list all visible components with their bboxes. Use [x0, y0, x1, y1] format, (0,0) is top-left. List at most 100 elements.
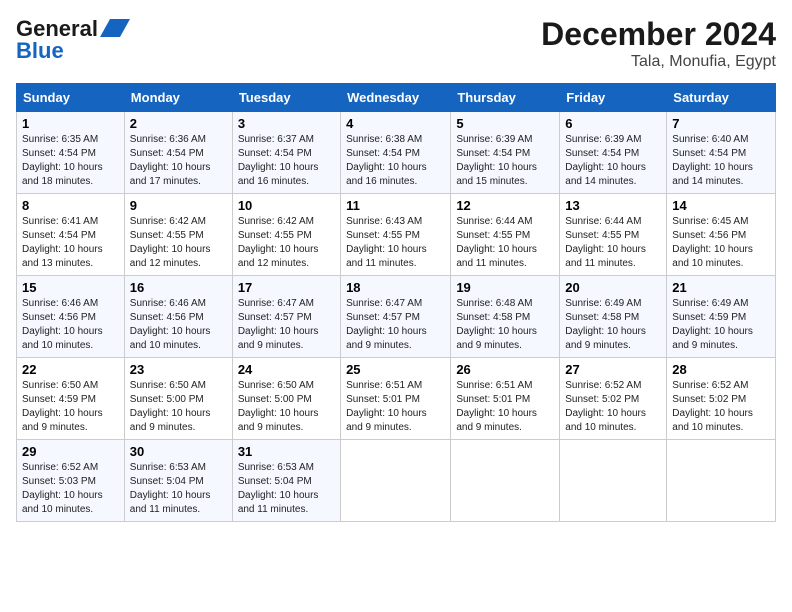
calendar-cell: 30Sunrise: 6:53 AMSunset: 5:04 PMDayligh…: [124, 440, 232, 522]
day-number: 22: [22, 362, 119, 377]
day-info: Sunrise: 6:44 AMSunset: 4:55 PMDaylight:…: [565, 216, 646, 269]
calendar-cell: 25Sunrise: 6:51 AMSunset: 5:01 PMDayligh…: [341, 358, 451, 440]
day-number: 31: [238, 444, 335, 459]
calendar-cell: 20 Sunrise: 6:49 AMSunset: 4:58 PMDayligh…: [560, 276, 667, 358]
calendar-cell: 31 Sunrise: 6:53 AMSunset: 5:04 PMDayligh…: [232, 440, 340, 522]
day-number: 6: [565, 116, 661, 131]
calendar-week-row: 15 Sunrise: 6:46 AMSunset: 4:56 PMDayligh…: [17, 276, 776, 358]
calendar-cell: 15 Sunrise: 6:46 AMSunset: 4:56 PMDayligh…: [17, 276, 125, 358]
calendar-cell: 26 Sunrise: 6:51 AMSunset: 5:01 PMDayligh…: [451, 358, 560, 440]
day-info: Sunrise: 6:48 AMSunset: 4:58 PMDaylight:…: [456, 298, 537, 351]
weekday-header: Saturday: [667, 84, 776, 112]
calendar-cell: 22 Sunrise: 6:50 AMSunset: 4:59 PMDayligh…: [17, 358, 125, 440]
day-number: 24: [238, 362, 335, 377]
day-info: Sunrise: 6:35 AMSunset: 4:54 PMDaylight:…: [22, 134, 103, 187]
day-number: 11: [346, 198, 445, 213]
calendar-cell: 4 Sunrise: 6:38 AMSunset: 4:54 PMDaylight…: [341, 112, 451, 194]
calendar-cell: 11 Sunrise: 6:43 AMSunset: 4:55 PMDayligh…: [341, 194, 451, 276]
day-number: 26: [456, 362, 554, 377]
day-info: Sunrise: 6:50 AMSunset: 4:59 PMDaylight:…: [22, 380, 103, 433]
day-number: 4: [346, 116, 445, 131]
day-number: 9: [130, 198, 227, 213]
day-info: Sunrise: 6:38 AMSunset: 4:54 PMDaylight:…: [346, 134, 427, 187]
day-info: Sunrise: 6:47 AMSunset: 4:57 PMDaylight:…: [346, 298, 427, 351]
day-info: Sunrise: 6:39 AMSunset: 4:54 PMDaylight:…: [456, 134, 537, 187]
calendar-cell: 28 Sunrise: 6:52 AMSunset: 5:02 PMDayligh…: [667, 358, 776, 440]
calendar-cell: 5 Sunrise: 6:39 AMSunset: 4:54 PMDaylight…: [451, 112, 560, 194]
calendar-cell: 29 Sunrise: 6:52 AMSunset: 5:03 PMDayligh…: [17, 440, 125, 522]
day-info: Sunrise: 6:42 AMSunset: 4:55 PMDaylight:…: [130, 216, 211, 269]
month-title: December 2024: [541, 16, 776, 53]
calendar-cell: 18 Sunrise: 6:47 AMSunset: 4:57 PMDayligh…: [341, 276, 451, 358]
calendar-cell: 1Sunrise: 6:35 AMSunset: 4:54 PMDaylight…: [17, 112, 125, 194]
day-number: 18: [346, 280, 445, 295]
day-number: 14: [672, 198, 770, 213]
calendar-week-row: 8 Sunrise: 6:41 AMSunset: 4:54 PMDaylight…: [17, 194, 776, 276]
calendar-cell: 17 Sunrise: 6:47 AMSunset: 4:57 PMDayligh…: [232, 276, 340, 358]
calendar-cell: 10 Sunrise: 6:42 AMSunset: 4:55 PMDayligh…: [232, 194, 340, 276]
calendar-cell: 9 Sunrise: 6:42 AMSunset: 4:55 PMDaylight…: [124, 194, 232, 276]
day-info: Sunrise: 6:51 AMSunset: 5:01 PMDaylight:…: [456, 380, 537, 433]
calendar-cell: 12 Sunrise: 6:44 AMSunset: 4:55 PMDayligh…: [451, 194, 560, 276]
day-info: Sunrise: 6:39 AMSunset: 4:54 PMDaylight:…: [565, 134, 646, 187]
day-info: Sunrise: 6:46 AMSunset: 4:56 PMDaylight:…: [22, 298, 103, 351]
calendar-header-row: SundayMondayTuesdayWednesdayThursdayFrid…: [17, 84, 776, 112]
page-header: General Blue December 2024 Tala, Monufia…: [16, 16, 776, 71]
calendar-cell: [451, 440, 560, 522]
day-info: Sunrise: 6:43 AMSunset: 4:55 PMDaylight:…: [346, 216, 427, 269]
day-info: Sunrise: 6:44 AMSunset: 4:55 PMDaylight:…: [456, 216, 537, 269]
day-info: Sunrise: 6:41 AMSunset: 4:54 PMDaylight:…: [22, 216, 103, 269]
calendar-cell: 21 Sunrise: 6:49 AMSunset: 4:59 PMDayligh…: [667, 276, 776, 358]
weekday-header: Wednesday: [341, 84, 451, 112]
calendar-week-row: 22 Sunrise: 6:50 AMSunset: 4:59 PMDayligh…: [17, 358, 776, 440]
day-info: Sunrise: 6:52 AMSunset: 5:02 PMDaylight:…: [565, 380, 646, 433]
day-number: 28: [672, 362, 770, 377]
day-info: Sunrise: 6:50 AMSunset: 5:00 PMDaylight:…: [130, 380, 211, 433]
calendar-cell: [560, 440, 667, 522]
calendar-table: SundayMondayTuesdayWednesdayThursdayFrid…: [16, 83, 776, 522]
calendar-cell: 24 Sunrise: 6:50 AMSunset: 5:00 PMDayligh…: [232, 358, 340, 440]
day-info: Sunrise: 6:50 AMSunset: 5:00 PMDaylight:…: [238, 380, 319, 433]
day-number: 10: [238, 198, 335, 213]
day-number: 17: [238, 280, 335, 295]
weekday-header: Friday: [560, 84, 667, 112]
day-number: 29: [22, 444, 119, 459]
day-number: 2: [130, 116, 227, 131]
day-info: Sunrise: 6:49 AMSunset: 4:59 PMDaylight:…: [672, 298, 753, 351]
day-number: 30: [130, 444, 227, 459]
calendar-week-row: 29 Sunrise: 6:52 AMSunset: 5:03 PMDayligh…: [17, 440, 776, 522]
day-info: Sunrise: 6:47 AMSunset: 4:57 PMDaylight:…: [238, 298, 319, 351]
location-title: Tala, Monufia, Egypt: [541, 53, 776, 71]
day-number: 21: [672, 280, 770, 295]
day-number: 8: [22, 198, 119, 213]
day-info: Sunrise: 6:51 AMSunset: 5:01 PMDaylight:…: [346, 380, 427, 433]
calendar-week-row: 1Sunrise: 6:35 AMSunset: 4:54 PMDaylight…: [17, 112, 776, 194]
calendar-cell: 16Sunrise: 6:46 AMSunset: 4:56 PMDayligh…: [124, 276, 232, 358]
logo-blue: Blue: [16, 38, 64, 64]
calendar-body: 1Sunrise: 6:35 AMSunset: 4:54 PMDaylight…: [17, 112, 776, 522]
day-number: 15: [22, 280, 119, 295]
day-number: 19: [456, 280, 554, 295]
day-number: 16: [130, 280, 227, 295]
calendar-cell: 3Sunrise: 6:37 AMSunset: 4:54 PMDaylight…: [232, 112, 340, 194]
weekday-header: Thursday: [451, 84, 560, 112]
day-info: Sunrise: 6:52 AMSunset: 5:02 PMDaylight:…: [672, 380, 753, 433]
day-info: Sunrise: 6:53 AMSunset: 5:04 PMDaylight:…: [238, 462, 319, 515]
day-info: Sunrise: 6:42 AMSunset: 4:55 PMDaylight:…: [238, 216, 319, 269]
weekday-header: Tuesday: [232, 84, 340, 112]
day-info: Sunrise: 6:49 AMSunset: 4:58 PMDaylight:…: [565, 298, 646, 351]
title-block: December 2024 Tala, Monufia, Egypt: [541, 16, 776, 71]
day-info: Sunrise: 6:52 AMSunset: 5:03 PMDaylight:…: [22, 462, 103, 515]
day-info: Sunrise: 6:37 AMSunset: 4:54 PMDaylight:…: [238, 134, 319, 187]
weekday-header: Monday: [124, 84, 232, 112]
day-info: Sunrise: 6:36 AMSunset: 4:54 PMDaylight:…: [130, 134, 211, 187]
logo-icon: [100, 19, 130, 37]
day-number: 20: [565, 280, 661, 295]
calendar-cell: 14Sunrise: 6:45 AMSunset: 4:56 PMDayligh…: [667, 194, 776, 276]
day-number: 12: [456, 198, 554, 213]
day-info: Sunrise: 6:40 AMSunset: 4:54 PMDaylight:…: [672, 134, 753, 187]
calendar-cell: 6 Sunrise: 6:39 AMSunset: 4:54 PMDaylight…: [560, 112, 667, 194]
calendar-cell: 27Sunrise: 6:52 AMSunset: 5:02 PMDayligh…: [560, 358, 667, 440]
calendar-cell: 23Sunrise: 6:50 AMSunset: 5:00 PMDayligh…: [124, 358, 232, 440]
day-number: 5: [456, 116, 554, 131]
